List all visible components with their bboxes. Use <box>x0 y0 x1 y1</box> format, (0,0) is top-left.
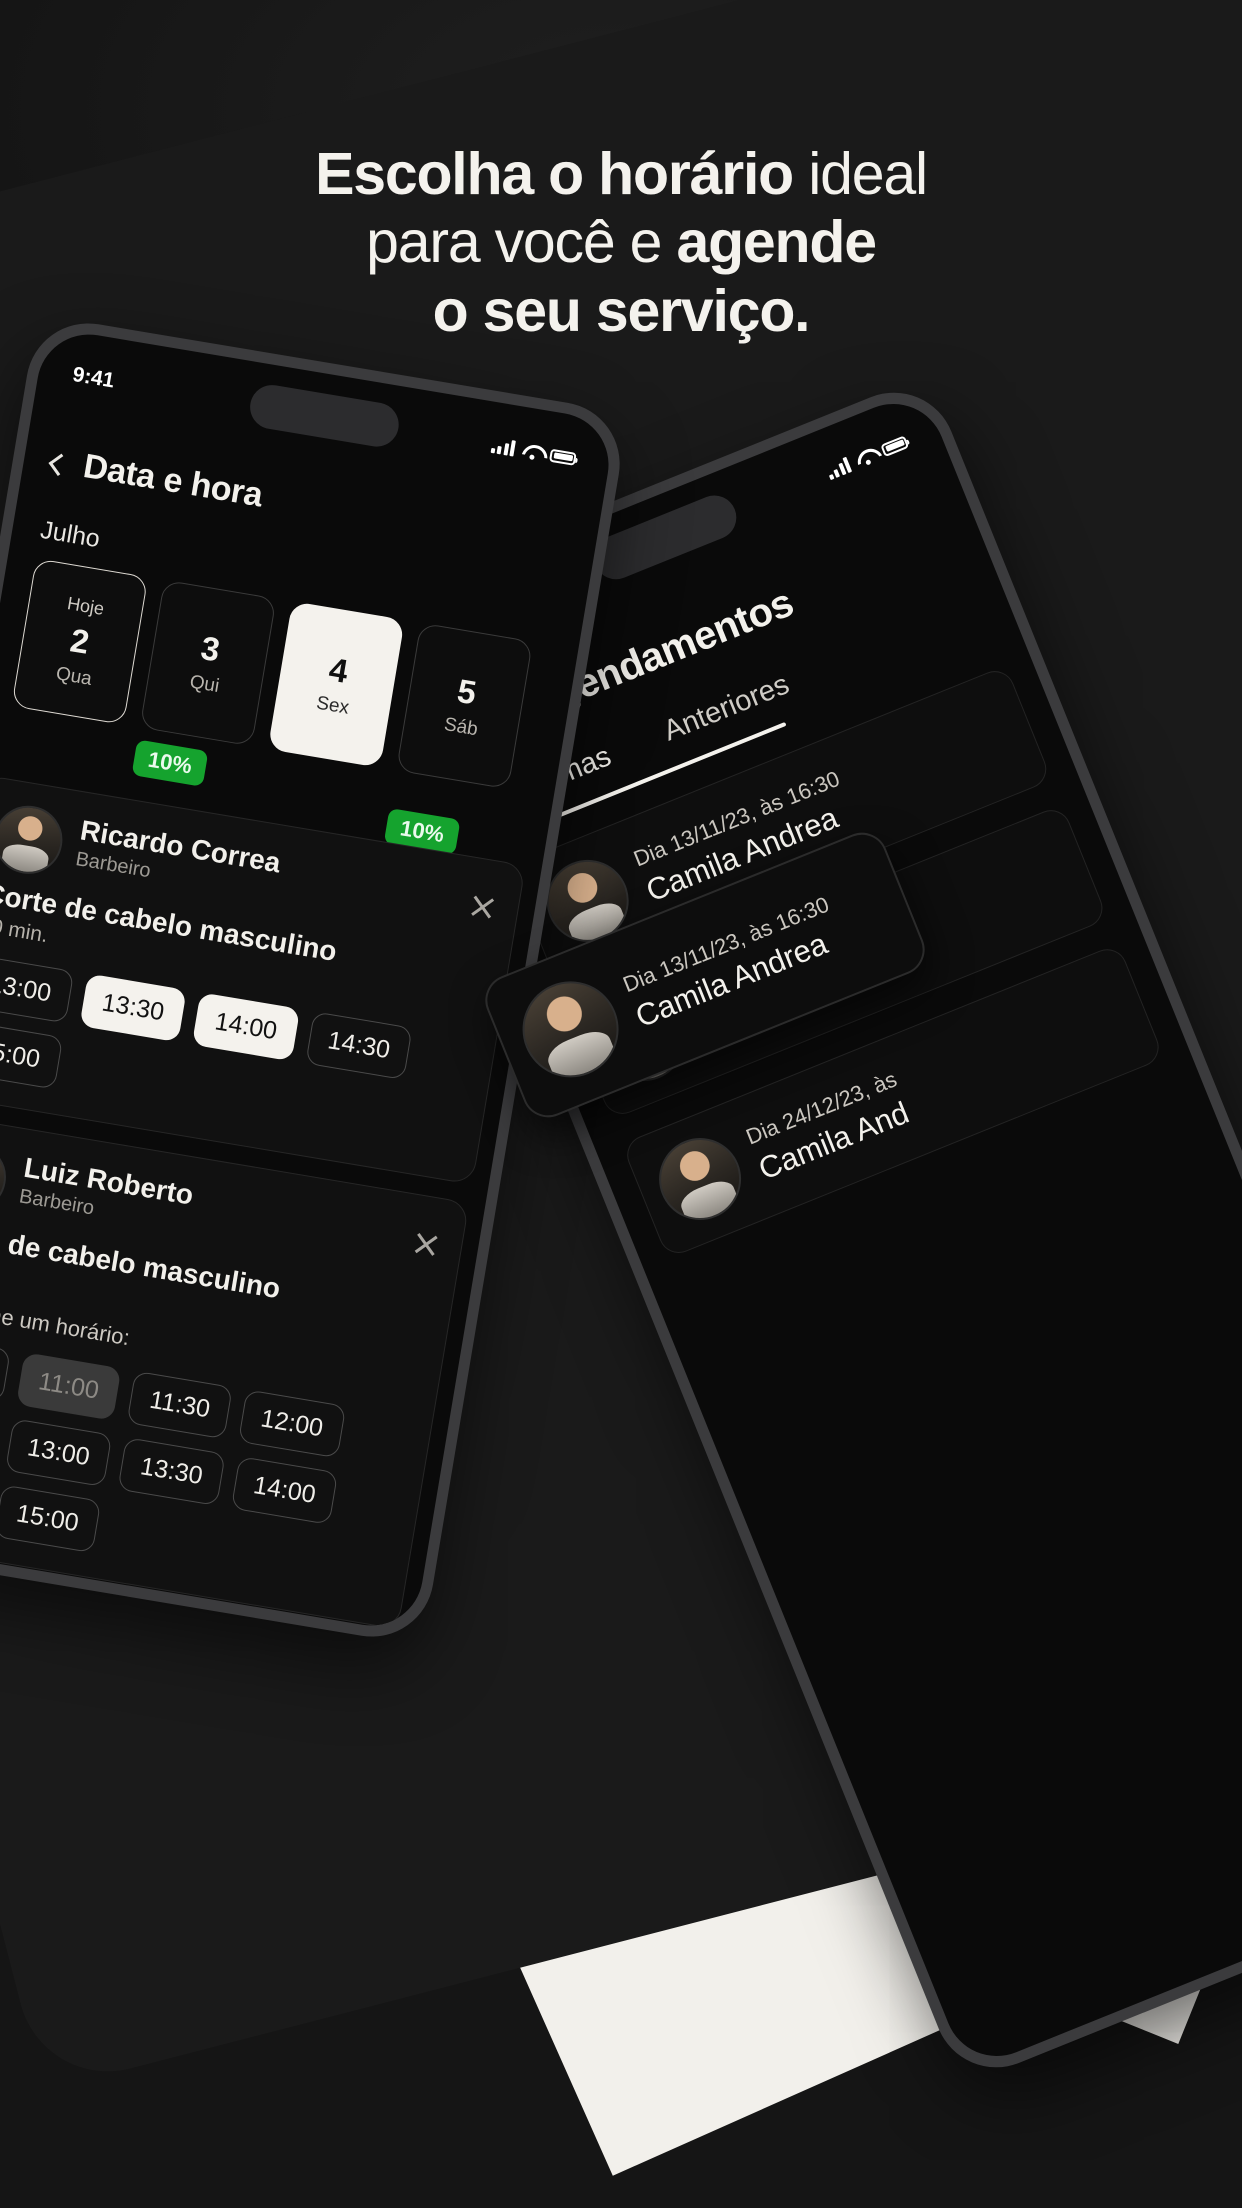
date-card-4[interactable]: 4 Sex <box>267 601 405 768</box>
headline-line-1: Escolha o horário ideal <box>60 140 1182 208</box>
date-card-3[interactable]: 3 Qui <box>139 579 277 747</box>
date-card-day: 4 <box>326 650 351 690</box>
close-icon[interactable] <box>411 1229 441 1259</box>
chevron-left-icon[interactable] <box>48 453 71 476</box>
service-card-meta: Ricardo Correa Barbeiro <box>74 815 283 905</box>
time-slot[interactable]: 12:00 <box>237 1389 346 1459</box>
date-card-day: 3 <box>198 628 223 669</box>
avatar <box>508 966 634 1092</box>
headline-line-3: o seu serviço. <box>60 277 1182 345</box>
promo-screenshot: Escolha o horário ideal para você e agen… <box>0 0 1242 2208</box>
appointment-info: Dia 24/12/23, às Camila And <box>742 1066 915 1187</box>
date-card-5[interactable]: 5 Sáb <box>395 622 534 790</box>
date-card-day: 5 <box>454 671 479 712</box>
time-slot[interactable]: 14:00 <box>191 992 300 1062</box>
date-card-weekday: Qui <box>188 671 221 698</box>
time-slot[interactable]: 13:00 <box>4 1418 113 1488</box>
avatar <box>0 800 68 879</box>
signal-icon <box>824 456 853 481</box>
battery-icon <box>880 434 910 457</box>
phone1-status-icons <box>490 437 577 467</box>
headline-bold-2: agende <box>676 209 877 276</box>
discount-badge-3: 10% <box>131 739 209 787</box>
date-card-weekday: Sáb <box>442 713 480 741</box>
time-slot[interactable]: 13:00 <box>0 954 74 1024</box>
time-slot[interactable]: 11:30 <box>126 1370 233 1440</box>
headline-rest-1: ideal <box>793 141 928 207</box>
tab-anteriores[interactable]: Anteriores <box>659 668 794 748</box>
date-card-top-label: Hoje <box>65 592 106 619</box>
battery-icon <box>549 448 577 466</box>
avatar <box>0 1137 12 1217</box>
date-card-2[interactable]: Hoje 2 Qua <box>11 558 149 725</box>
headline-bold-1: Escolha o horário <box>315 141 794 207</box>
time-slot[interactable]: 14:30 <box>304 1011 413 1081</box>
headline-bold-3: o seu serviço. <box>432 277 811 344</box>
signal-icon <box>490 437 516 457</box>
date-card-weekday: Sex <box>314 692 351 719</box>
time-slot[interactable]: 11:00 <box>15 1352 122 1421</box>
time-slot[interactable]: 13:30 <box>117 1437 226 1507</box>
time-slot[interactable]: 15:00 <box>0 1020 63 1090</box>
phone1-status-time: 9:41 <box>70 362 117 393</box>
date-card-day: 2 <box>67 620 93 661</box>
time-slot[interactable]: 10:30 <box>0 1333 11 1403</box>
avatar <box>646 1125 754 1233</box>
promo-headline: Escolha o horário ideal para você e agen… <box>0 140 1242 345</box>
service-card-luiz: Luiz Roberto Barbeiro Corte de cabelo ma… <box>0 1111 470 1630</box>
date-card-weekday: Qua <box>54 662 94 690</box>
headline-rest-2: para você e <box>366 209 677 276</box>
wifi-icon <box>521 443 543 461</box>
close-icon[interactable] <box>468 892 498 922</box>
time-slot[interactable]: 14:00 <box>230 1456 339 1525</box>
time-slot[interactable]: 13:30 <box>78 973 187 1043</box>
headline-line-2: para você e agende <box>60 208 1182 276</box>
wifi-icon <box>854 447 878 468</box>
service-card-meta: Luiz Roberto Barbeiro <box>17 1152 196 1236</box>
time-slot[interactable]: 15:00 <box>0 1484 102 1554</box>
